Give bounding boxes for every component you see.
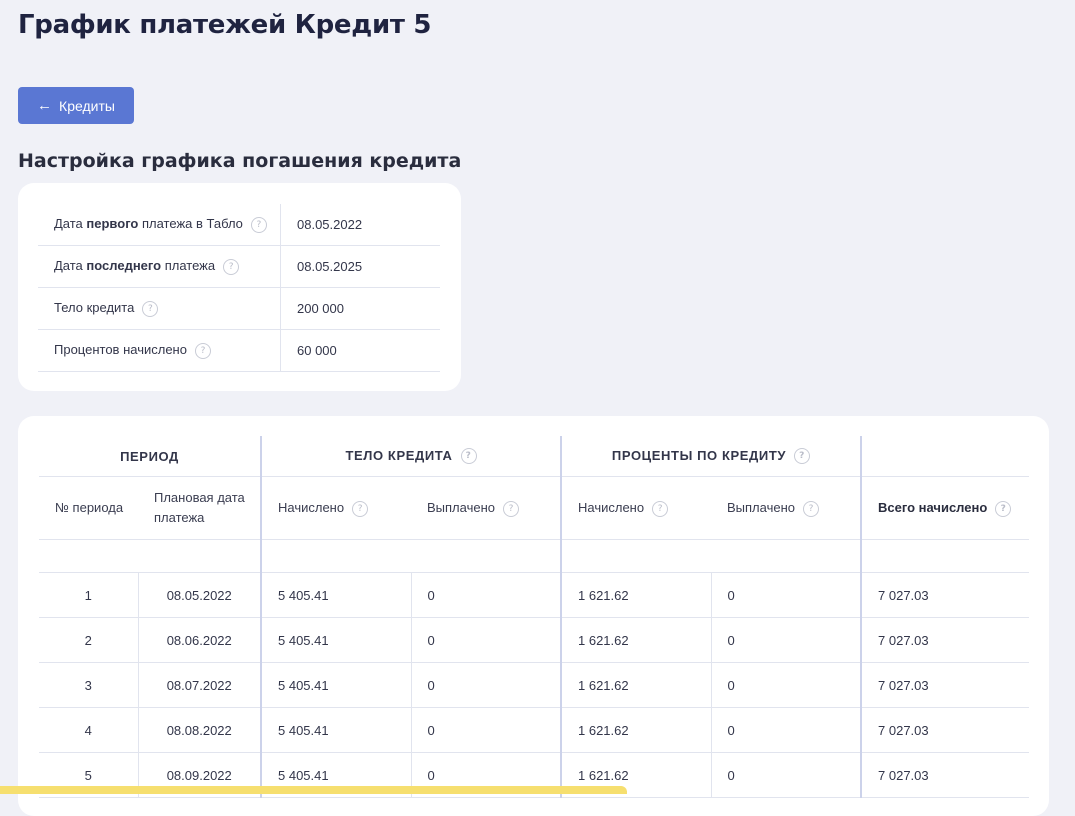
cell-interest-accrued: 1 621.62 (560, 572, 711, 618)
column-header-interest-accrued: Начислено? (560, 476, 711, 540)
cell-plan-date: 08.08.2022 (137, 707, 261, 753)
arrow-left-icon: ← (37, 97, 53, 114)
settings-value: 08.05.2022 (280, 204, 440, 246)
settings-row-first-payment: Дата первого платежа в Табло? 08.05.2022 (38, 204, 440, 246)
column-header-plan-date: Плановая дата платежа (138, 476, 261, 540)
back-button-label: Кредиты (59, 97, 115, 114)
schedule-card: ПЕРИОД ТЕЛО КРЕДИТА? ПРОЦЕНТЫ ПО КРЕДИТУ… (18, 416, 1049, 816)
cell-body-accrued: 5 405.41 (260, 572, 411, 618)
cell-interest-paid: 0 (710, 707, 862, 753)
table-row: 4 08.08.2022 5 405.41 0 1 621.62 0 7 027… (39, 707, 1030, 753)
cell-body-accrued: 5 405.41 (260, 662, 411, 708)
settings-label: Дата первого платежа в Табло? (38, 204, 281, 246)
settings-label: Тело кредита? (38, 287, 281, 330)
cell-body-paid: 0 (410, 617, 561, 663)
cell-interest-paid: 0 (710, 617, 862, 663)
settings-value: 200 000 (280, 287, 440, 330)
settings-label: Процентов начислено? (38, 329, 281, 372)
cell-interest-paid: 0 (710, 572, 862, 618)
cell-plan-date: 08.05.2022 (137, 572, 261, 618)
cell-body-accrued: 5 405.41 (260, 707, 411, 753)
question-circle-icon[interactable]: ? (503, 500, 519, 517)
cell-body-accrued: 5 405.41 (260, 617, 411, 663)
column-header-total-accrued: Всего начислено? (860, 476, 1030, 540)
bottom-notification-bar (0, 786, 627, 794)
table-row: 3 08.07.2022 5 405.41 0 1 621.62 0 7 027… (39, 662, 1030, 708)
column-header-period-no: № периода (39, 476, 138, 540)
cell-total-accrued: 7 027.03 (860, 572, 1030, 618)
settings-section-title: Настройка графика погашения кредита (18, 150, 462, 172)
question-circle-icon[interactable]: ? (194, 342, 211, 359)
group-header-credit-body: ТЕЛО КРЕДИТА? (260, 436, 561, 477)
cell-plan-date: 08.06.2022 (137, 617, 261, 663)
cell-total-accrued: 7 027.03 (860, 617, 1030, 663)
column-header-interest-paid: Выплачено? (711, 476, 862, 540)
cell-body-paid: 0 (410, 662, 561, 708)
question-circle-icon[interactable]: ? (223, 258, 240, 275)
question-circle-icon[interactable]: ? (803, 500, 819, 517)
cell-period-no: 2 (39, 617, 138, 663)
table-row: 2 08.06.2022 5 405.41 0 1 621.62 0 7 027… (39, 617, 1030, 663)
question-circle-icon[interactable]: ? (250, 216, 267, 233)
question-circle-icon[interactable]: ? (995, 500, 1012, 517)
cell-body-paid: 0 (410, 572, 561, 618)
settings-card: Дата первого платежа в Табло? 08.05.2022… (18, 183, 461, 391)
settings-row-credit-body: Тело кредита? 200 000 (38, 287, 440, 330)
column-header-body-accrued: Начислено? (260, 476, 411, 540)
settings-row-last-payment: Дата последнего платежа? 08.05.2025 (38, 245, 440, 288)
group-header-empty (860, 436, 1030, 477)
cell-period-no: 1 (39, 572, 138, 618)
page-title: График платежей Кредит 5 (18, 10, 432, 40)
table-row: 1 08.05.2022 5 405.41 0 1 621.62 0 7 027… (39, 572, 1030, 618)
cell-plan-date: 08.07.2022 (137, 662, 261, 708)
cell-interest-paid: 0 (710, 662, 862, 708)
group-header-interest: ПРОЦЕНТЫ ПО КРЕДИТУ? (559, 436, 862, 477)
settings-value: 08.05.2025 (280, 245, 440, 288)
question-circle-icon[interactable]: ? (352, 500, 369, 517)
group-header-period: ПЕРИОД (39, 436, 261, 477)
question-circle-icon[interactable]: ? (460, 448, 477, 465)
table-spacer-row (39, 539, 1030, 573)
cell-period-no: 3 (39, 662, 138, 708)
back-to-credits-button[interactable]: ← Кредиты (18, 87, 134, 124)
cell-interest-accrued: 1 621.62 (560, 662, 711, 708)
cell-total-accrued: 7 027.03 (860, 707, 1030, 753)
question-circle-icon[interactable]: ? (142, 300, 159, 317)
settings-value: 60 000 (280, 329, 440, 372)
cell-interest-accrued: 1 621.62 (560, 617, 711, 663)
schedule-table: ПЕРИОД ТЕЛО КРЕДИТА? ПРОЦЕНТЫ ПО КРЕДИТУ… (39, 436, 1030, 798)
cell-interest-accrued: 1 621.62 (560, 707, 711, 753)
question-circle-icon[interactable]: ? (652, 500, 669, 517)
settings-row-interest: Процентов начислено? 60 000 (38, 329, 440, 372)
cell-total-accrued: 7 027.03 (860, 662, 1030, 708)
question-circle-icon[interactable]: ? (794, 448, 811, 465)
settings-table: Дата первого платежа в Табло? 08.05.2022… (38, 204, 440, 372)
cell-body-paid: 0 (410, 707, 561, 753)
settings-label: Дата последнего платежа? (38, 245, 281, 288)
cell-period-no: 4 (39, 707, 138, 753)
column-header-body-paid: Выплачено? (411, 476, 561, 540)
